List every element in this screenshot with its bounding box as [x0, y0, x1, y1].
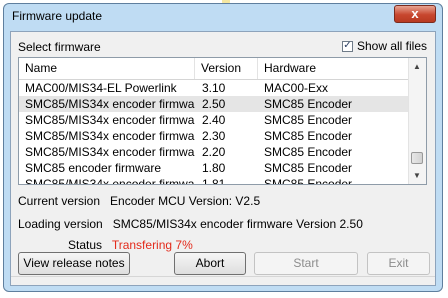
cell-version: 2.20	[202, 145, 226, 159]
table-row[interactable]: SMC85/MIS34x encoder firmware 2.40 SMC85 E…	[19, 112, 411, 128]
checkbox-checked-icon[interactable]: ✓	[341, 40, 353, 52]
table-row[interactable]: SMC85/MIS34x encoder firmware 2.20 SMC85 E…	[19, 144, 411, 160]
window-title: Firmware update	[12, 9, 103, 23]
status-value: Transfering 7%	[111, 238, 193, 252]
status-bar	[11, 276, 435, 285]
table-row[interactable]: SMC85 encoder firmware 1.80 SMC85 Encoder	[19, 160, 411, 176]
show-all-files-checkbox[interactable]: ✓ Show all files	[341, 39, 427, 53]
cell-name: SMC85/MIS34x encoder firmware	[25, 113, 195, 127]
table-row[interactable]: SMC85/MIS34x encoder firmware 1.81 SMC85 E…	[19, 176, 411, 185]
title-bar: Firmware update x	[4, 4, 442, 28]
table-row[interactable]: MAC00/MIS34-EL Powerlink 3.10 MAC00-Exx	[19, 80, 411, 96]
abort-button[interactable]: Abort	[174, 252, 246, 275]
cell-hardware: SMC85 Encoder	[264, 177, 353, 185]
cell-version: 3.10	[202, 81, 226, 95]
cell-version: 2.30	[202, 129, 226, 143]
loading-version-value: SMC85/MIS34x encoder firmware Version 2.…	[112, 217, 363, 231]
list-rows: MAC00/MIS34-EL Powerlink 3.10 MAC00-Exx SMC…	[19, 80, 411, 185]
status-label: Status	[68, 238, 103, 252]
current-version-row: Current version Encoder MCU Version: V2.…	[18, 194, 260, 208]
cell-hardware: SMC85 Encoder	[264, 113, 353, 127]
scrollbar-thumb[interactable]	[411, 152, 423, 164]
column-header-version[interactable]: Version	[195, 58, 258, 79]
select-firmware-label: Select firmware	[18, 40, 101, 54]
status-row: Status Transfering 7%	[68, 238, 193, 252]
cell-hardware: SMC85 Encoder	[264, 97, 353, 111]
dialog-body: Select firmware ✓ Show all files Name Ve…	[10, 31, 436, 286]
scroll-up-icon[interactable]: ▲	[409, 58, 425, 75]
cell-version: 2.40	[202, 113, 226, 127]
firmware-list[interactable]: Name Version Hardware MAC00/MIS34-EL Pow…	[18, 57, 427, 185]
cell-name: SMC85/MIS34x encoder firmware	[25, 129, 195, 143]
list-header: Name Version Hardware	[19, 58, 411, 80]
loading-version-label: Loading version	[18, 217, 103, 231]
table-row[interactable]: SMC85/MIS34x encoder firmware 2.30 SMC85 E…	[19, 128, 411, 144]
vertical-scrollbar[interactable]: ▲ ▼	[408, 58, 426, 184]
column-header-hardware[interactable]: Hardware	[258, 58, 411, 79]
cell-hardware: SMC85 Encoder	[264, 129, 353, 143]
cell-name: SMC85/MIS34x encoder firmware	[25, 97, 195, 111]
view-release-notes-button[interactable]: View release notes	[18, 252, 130, 275]
loading-version-row: Loading version SMC85/MIS34x encoder fir…	[18, 217, 363, 231]
cell-hardware: SMC85 Encoder	[264, 145, 353, 159]
cell-version: 1.81	[202, 177, 226, 185]
cell-hardware: MAC00-Exx	[264, 81, 329, 95]
start-button[interactable]: Start	[254, 252, 358, 275]
table-row[interactable]: SMC85/MIS34x encoder firmware 2.50 SMC85 E…	[19, 96, 411, 112]
current-version-value: Encoder MCU Version: V2.5	[110, 194, 261, 208]
scroll-down-icon[interactable]: ▼	[409, 167, 425, 184]
show-all-files-label: Show all files	[356, 39, 427, 53]
cell-hardware: SMC85 Encoder	[264, 161, 353, 175]
cell-version: 2.50	[202, 97, 226, 111]
close-icon: x	[411, 6, 419, 21]
cell-name: SMC85 encoder firmware	[25, 161, 162, 175]
cell-version: 1.80	[202, 161, 226, 175]
current-version-label: Current version	[18, 194, 101, 208]
exit-button[interactable]: Exit	[367, 252, 430, 275]
close-button[interactable]: x	[394, 5, 436, 23]
column-header-name[interactable]: Name	[19, 58, 195, 79]
cell-name: SMC85/MIS34x encoder firmware	[25, 145, 195, 159]
cell-name: MAC00/MIS34-EL Powerlink	[25, 81, 177, 95]
firmware-update-window: Firmware update x Select firmware ✓ Show…	[3, 3, 443, 292]
cell-name: SMC85/MIS34x encoder firmware	[25, 177, 195, 185]
